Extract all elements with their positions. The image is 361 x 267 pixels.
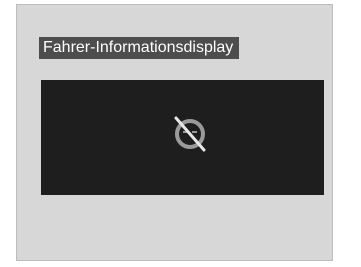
driver-information-display-label: Fahrer-Informationsdisplay <box>39 37 240 59</box>
driver-information-display-screen <box>41 80 324 195</box>
no-face-icon <box>174 116 206 152</box>
instrument-panel-illustration: Fahrer-Informationsdisplay <box>16 4 333 261</box>
